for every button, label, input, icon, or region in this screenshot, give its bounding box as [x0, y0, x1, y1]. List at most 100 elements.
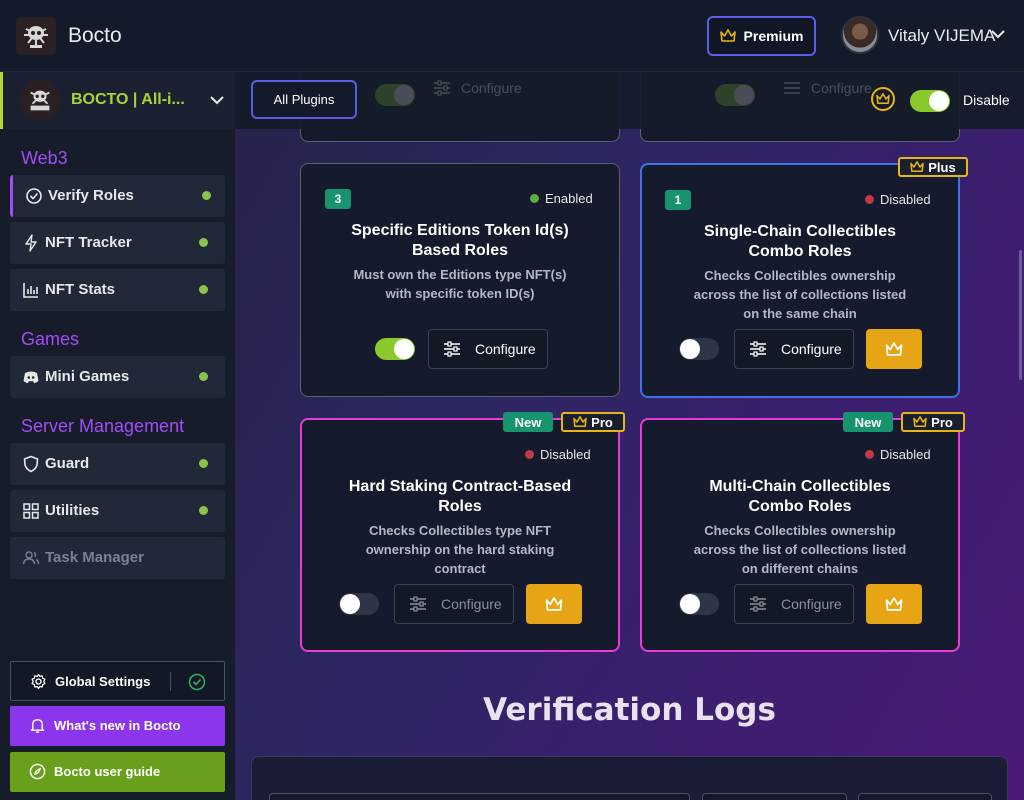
sidebar-item-utilities[interactable]: Utilities: [10, 490, 225, 532]
crown-icon: [913, 416, 927, 428]
role-count-badge: 1: [665, 190, 691, 210]
sidebar: BOCTO | All-i... Web3 Verify Roles NFT T…: [0, 72, 235, 800]
premium-crown-icon: [871, 87, 895, 111]
upgrade-crown-button[interactable]: [866, 329, 922, 369]
chevron-down-icon[interactable]: [990, 28, 1006, 40]
card-title-line: Specific Editions Token Id(s): [351, 222, 569, 239]
section-title-server-management: Server Management: [21, 416, 185, 436]
octopus-logo-icon: [24, 26, 48, 48]
user-guide-button[interactable]: Bocto user guide: [10, 752, 225, 792]
sidebar-item-label: NFT Stats: [45, 281, 116, 298]
status-dot: [530, 194, 539, 203]
user-guide-label: Bocto user guide: [54, 764, 161, 779]
status-text: Disabled: [540, 447, 591, 462]
card-title: Single-Chain Collectibles Combo Roles: [642, 222, 958, 262]
card-title-line: Single-Chain Collectibles: [703, 223, 897, 240]
configure-button[interactable]: Configure: [428, 329, 548, 369]
logs-filter-field[interactable]: [702, 793, 847, 800]
verification-logs-title: Verification Logs: [483, 692, 776, 728]
server-name: BOCTO | All-i...: [71, 91, 185, 108]
plugin-toggle[interactable]: [679, 338, 719, 360]
sidebar-item-guard[interactable]: Guard: [10, 443, 225, 485]
app-name: Bocto: [68, 24, 122, 47]
sidebar-item-mini-games[interactable]: Mini Games: [10, 356, 225, 398]
plugin-card-single-chain-combo: Plus 1 Disabled Single-Chain Collectible…: [640, 157, 968, 398]
avatar[interactable]: [841, 16, 879, 54]
divider: [170, 672, 171, 691]
card-title-line: Combo Roles: [748, 498, 852, 515]
plugin-card-specific-editions: 3 Enabled Specific Editions Token Id(s) …: [300, 163, 620, 397]
user-name[interactable]: Vitaly VIJEMA: [888, 26, 995, 46]
upgrade-crown-button[interactable]: [526, 584, 582, 624]
crown-icon: [885, 341, 903, 356]
shield-icon: [23, 455, 39, 473]
main-content: All Plugins Configure Configure Disable …: [235, 72, 1024, 800]
plan-label: Plus: [928, 159, 956, 175]
gear-icon: [31, 673, 46, 690]
sidebar-item-task-manager[interactable]: Task Manager: [10, 537, 225, 579]
sidebar-item-label: Guard: [45, 455, 90, 472]
crown-icon: [573, 416, 587, 428]
check-circle-icon: [26, 188, 42, 204]
card-description-line: across the list of collections listed: [693, 287, 907, 302]
logs-search-field[interactable]: [269, 793, 690, 800]
server-selector[interactable]: BOCTO | All-i...: [0, 72, 235, 129]
configure-button[interactable]: Configure: [734, 584, 854, 624]
crown-icon: [876, 93, 890, 105]
whats-new-label: What's new in Bocto: [54, 718, 181, 733]
whats-new-button[interactable]: What's new in Bocto: [10, 706, 225, 746]
card-description-line: Checks Collectibles ownership: [704, 268, 896, 283]
sidebar-item-nft-stats[interactable]: NFT Stats: [10, 269, 225, 311]
configure-label: Configure: [441, 596, 502, 612]
all-plugins-button[interactable]: All Plugins: [251, 80, 357, 119]
status-dot: [199, 506, 208, 515]
chevron-down-icon[interactable]: [209, 94, 225, 106]
crown-icon: [910, 161, 925, 173]
card-title-line: Based Roles: [411, 242, 509, 259]
card-description: Checks Collectibles ownership across the…: [642, 266, 958, 323]
plugin-toggle[interactable]: [679, 593, 719, 615]
scrollbar-thumb[interactable]: [1019, 250, 1022, 380]
crown-icon: [545, 596, 563, 611]
logs-filter-field[interactable]: [858, 793, 992, 800]
status-dot: [199, 372, 208, 381]
status-text: Disabled: [880, 447, 931, 462]
card-title-line: Multi-Chain Collectibles: [709, 478, 891, 495]
card-description-line: on the same chain: [743, 306, 857, 321]
upgrade-crown-button[interactable]: [866, 584, 922, 624]
configure-button[interactable]: Configure: [394, 584, 514, 624]
plugin-toggle[interactable]: [375, 338, 415, 360]
sidebar-item-label: Task Manager: [45, 549, 144, 566]
plan-badge-pro: Pro: [901, 412, 965, 432]
sidebar-item-nft-tracker[interactable]: NFT Tracker: [10, 222, 225, 264]
premium-button[interactable]: Premium: [707, 16, 816, 56]
status-badge: Disabled: [525, 447, 591, 462]
card-title: Multi-Chain Collectibles Combo Roles: [642, 477, 958, 517]
card-description-line: contract: [434, 561, 486, 576]
configure-label: Configure: [475, 341, 536, 357]
card-title: Specific Editions Token Id(s) Based Role…: [301, 221, 619, 261]
status-badge: Disabled: [865, 447, 931, 462]
app-logo[interactable]: [16, 17, 56, 55]
card-title: Hard Staking Contract-Based Roles: [302, 477, 618, 517]
sliders-icon: [750, 596, 766, 612]
disable-all-toggle[interactable]: [910, 90, 950, 112]
bolt-icon: [25, 234, 37, 252]
plan-badge-pro: Pro: [561, 412, 625, 432]
status-badge: Enabled: [530, 191, 593, 206]
top-bar: Bocto Premium Vitaly VIJEMA: [0, 0, 1024, 72]
toggle: [375, 84, 415, 106]
grid-icon: [23, 503, 39, 519]
configure-button[interactable]: Configure: [734, 329, 854, 369]
card-description-line: Checks Collectibles type NFT: [368, 523, 552, 538]
new-badge: New: [843, 412, 893, 432]
global-settings-button[interactable]: Global Settings: [10, 661, 225, 701]
status-dot: [199, 285, 208, 294]
plan-label: Pro: [591, 414, 613, 430]
card-description-line: Must own the Editions type NFT(s): [353, 267, 567, 282]
plugin-toggle[interactable]: [339, 593, 379, 615]
sliders-icon: [784, 82, 800, 94]
card-title-line: Hard Staking Contract-Based: [348, 478, 572, 495]
sidebar-item-verify-roles[interactable]: Verify Roles: [10, 175, 225, 217]
sidebar-item-label: NFT Tracker: [45, 234, 132, 251]
